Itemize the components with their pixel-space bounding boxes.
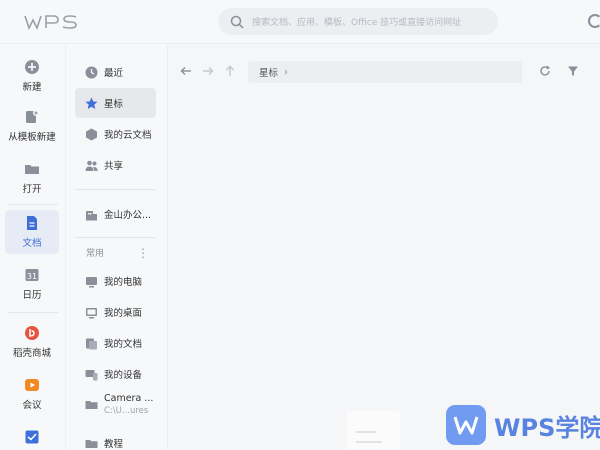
rail-label: 文档 <box>22 238 42 249</box>
nav-divider <box>75 189 156 190</box>
template-icon <box>24 109 40 125</box>
rail-item-docer[interactable]: 稻壳商城 <box>5 320 59 364</box>
illustration-line <box>356 441 382 443</box>
nav-label: 我的桌面 <box>104 308 143 319</box>
nav-label: Camera ... <box>104 393 154 404</box>
company-icon <box>85 208 98 221</box>
rail-item-calendar[interactable]: 31 日历 <box>5 262 59 306</box>
back-button[interactable] <box>180 65 192 77</box>
nav-item-my-computer[interactable]: 我的电脑 <box>75 266 156 296</box>
main-content: 星标 › <box>168 44 600 450</box>
rail-label: 稻壳商城 <box>12 348 51 359</box>
section-header-common: 常用 <box>86 249 105 259</box>
search-placeholder: 搜索文档、应用、模板、Office 技巧或直接访问网址 <box>252 18 462 28</box>
nav-divider <box>75 237 156 238</box>
rail-label: 日历 <box>22 290 42 301</box>
nav-label: 教程 <box>104 439 124 450</box>
nav-item-camera-folder[interactable]: Camera ... C:\U...ures <box>75 390 156 422</box>
nav-sublabel: C:\U...ures <box>104 406 149 416</box>
device-icon <box>85 368 98 381</box>
nav-label: 我的云文档 <box>104 130 152 141</box>
folder-icon <box>85 398 98 411</box>
nav-item-recent[interactable]: 最近 <box>75 57 156 87</box>
document-icon <box>24 215 40 231</box>
rail-item-open[interactable]: 打开 <box>5 156 59 200</box>
nav-item-starred[interactable]: 星标 <box>75 88 156 118</box>
meeting-icon <box>24 377 40 393</box>
share-icon <box>85 159 98 172</box>
filter-icon[interactable] <box>567 65 579 77</box>
arrow-right-icon <box>203 67 214 75</box>
nav-label: 共享 <box>104 161 124 172</box>
illustration-line <box>356 431 376 433</box>
docer-icon <box>24 325 40 341</box>
search-box[interactable]: 搜索文档、应用、模板、Office 技巧或直接访问网址 <box>218 8 498 35</box>
nav-label: 我的设备 <box>104 370 143 381</box>
section-more-icon[interactable]: ⋮ <box>137 247 149 259</box>
rail-item-documents[interactable]: 文档 <box>5 210 59 254</box>
breadcrumb[interactable]: 星标 › <box>248 61 522 83</box>
todo-icon <box>24 429 40 445</box>
wps-logo[interactable] <box>24 11 78 33</box>
sync-icon[interactable] <box>588 14 600 28</box>
title-bar: 搜索文档、应用、模板、Office 技巧或直接访问网址 <box>0 0 600 44</box>
star-icon <box>85 97 98 110</box>
forward-button[interactable] <box>202 65 214 77</box>
up-button[interactable] <box>224 65 236 77</box>
watermark: WPS学院 <box>446 405 600 445</box>
rail-divider <box>8 204 58 205</box>
nav-item-cloud-docs[interactable]: 我的云文档 <box>75 119 156 149</box>
nav-item-my-devices[interactable]: 我的设备 <box>75 359 156 389</box>
rail-label: 新建 <box>22 82 42 93</box>
wps-academy-logo-icon <box>446 405 486 445</box>
nav-item-my-documents[interactable]: 我的文档 <box>75 328 156 358</box>
plus-circle-icon <box>24 59 40 75</box>
nav-label: 我的文档 <box>104 339 143 350</box>
nav-label: 我的电脑 <box>104 277 143 288</box>
documents-folder-icon <box>85 337 98 350</box>
rail-item-template[interactable]: 从模板新建 <box>5 104 59 148</box>
nav-item-shared[interactable]: 共享 <box>75 150 156 180</box>
watermark-text: WPS学院 <box>494 413 600 442</box>
folder-icon <box>85 437 98 450</box>
calendar-icon: 31 <box>24 267 40 283</box>
search-icon <box>230 15 244 29</box>
empty-state-illustration <box>346 411 400 450</box>
rail-item-more[interactable] <box>5 424 59 450</box>
nav-item-tutorial[interactable]: 教程 <box>75 428 156 450</box>
nav-label: 金山办公... <box>104 210 152 221</box>
rail-item-meeting[interactable]: 会议 <box>5 372 59 416</box>
computer-icon <box>85 275 98 288</box>
nav-label: 星标 <box>104 99 124 110</box>
rail-label: 从模板新建 <box>8 132 56 143</box>
clock-icon <box>85 66 98 79</box>
rail-item-new[interactable]: 新建 <box>5 54 59 98</box>
nav-item-my-desktop[interactable]: 我的桌面 <box>75 297 156 327</box>
breadcrumb-item[interactable]: 星标 <box>259 65 278 79</box>
secondary-nav: 最近 星标 我的云文档 共享 金山办公... 常用 ⋮ 我的电脑 我的桌面 我的… <box>66 44 168 450</box>
arrow-left-icon <box>180 67 191 75</box>
desktop-icon <box>85 306 98 319</box>
arrow-up-icon <box>226 65 234 76</box>
rail-label: 打开 <box>22 184 42 195</box>
svg-text:31: 31 <box>27 272 37 281</box>
rail-label: 会议 <box>22 400 42 411</box>
rail-divider <box>8 312 58 313</box>
nav-item-company[interactable]: 金山办公... <box>75 199 156 229</box>
nav-label: 最近 <box>104 68 124 79</box>
cloud-doc-icon <box>85 128 98 141</box>
folder-icon <box>24 161 40 177</box>
wps-logo-icon <box>24 15 77 30</box>
chevron-right-icon[interactable]: › <box>284 67 288 78</box>
refresh-icon[interactable] <box>539 65 551 77</box>
left-rail: 新建 从模板新建 打开 文档 31 日历 稻壳商城 会议 <box>0 44 66 450</box>
